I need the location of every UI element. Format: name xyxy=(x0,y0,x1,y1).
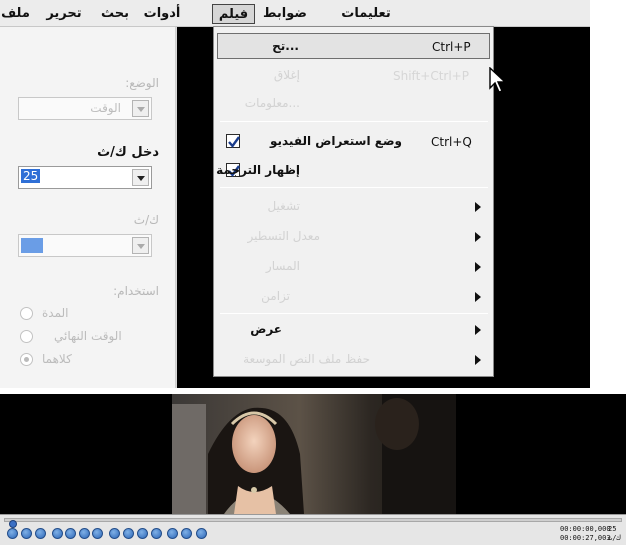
menu-item-label: ...تح xyxy=(272,39,299,53)
radio-button[interactable] xyxy=(20,353,33,366)
radio-label: كلاهما xyxy=(42,352,72,366)
menu-item-label: تزامن xyxy=(261,289,290,303)
menu-edit[interactable]: تحرير xyxy=(44,4,84,24)
mouse-pointer-icon xyxy=(489,67,507,93)
chevron-down-icon[interactable] xyxy=(132,100,149,117)
submenu-arrow-icon xyxy=(475,325,481,335)
letterbox xyxy=(0,394,172,514)
menu-item-label: معدل التسطير xyxy=(247,229,320,243)
shortcut-text: Ctrl+P xyxy=(432,40,471,54)
menu-item-info[interactable]: ...معلومات xyxy=(217,91,490,117)
menu-separator xyxy=(220,121,488,122)
menu-item-open[interactable]: Ctrl+P ...تح xyxy=(217,33,490,59)
menu-search[interactable]: بحث xyxy=(96,4,134,24)
menu-movie[interactable]: فيلم xyxy=(212,4,255,24)
menu-item-label: إغلاق xyxy=(273,68,300,82)
fast-forward-button[interactable] xyxy=(92,528,103,539)
chevron-down-icon[interactable] xyxy=(132,237,149,254)
menu-item-playback[interactable]: تشغيل xyxy=(217,194,490,220)
video-player: 00:00:00,000 00:00:27,003 25 ك/ث xyxy=(0,394,626,545)
menu-item-label: حفظ ملف النص الموسعة xyxy=(243,352,370,366)
input-fps-label: دخل ك/ث xyxy=(97,145,159,160)
radio-label: المدة xyxy=(42,306,69,320)
volume-up-button[interactable] xyxy=(181,528,192,539)
set-start-button[interactable] xyxy=(109,528,120,539)
menu-item-show-subtitles[interactable]: إظهار الترجمة xyxy=(216,158,490,184)
fps-label: ك/ث xyxy=(133,213,159,227)
menu-item-track[interactable]: المسار xyxy=(217,254,490,280)
menu-separator xyxy=(220,187,488,188)
menu-separator xyxy=(220,313,488,314)
video-frame xyxy=(172,394,456,514)
submenu-arrow-icon xyxy=(475,232,481,242)
menu-item-sync[interactable]: تزامن xyxy=(217,284,490,310)
timing-panel: :الوضع الوقت دخل ك/ث 25 ك/ث :استخدام الم… xyxy=(0,27,176,388)
pause-button[interactable] xyxy=(21,528,32,539)
previous-subtitle-button[interactable] xyxy=(137,528,148,539)
menu-item-label: عرض xyxy=(250,322,282,336)
submenu-arrow-icon xyxy=(475,202,481,212)
radio-both[interactable]: كلاهما xyxy=(20,351,170,369)
chevron-down-icon[interactable] xyxy=(132,169,149,186)
fps-unit: ك/ث xyxy=(608,534,621,542)
menu-item-close[interactable]: Shift+Ctrl+P إغلاق xyxy=(217,63,490,89)
seek-handle[interactable] xyxy=(9,520,17,528)
radio-end-time[interactable]: الوقت النهائي xyxy=(20,328,170,346)
play-button[interactable] xyxy=(7,528,18,539)
fps-select[interactable] xyxy=(18,234,152,257)
radio-button[interactable] xyxy=(20,307,33,320)
menu-item-view[interactable]: عرض xyxy=(217,317,490,343)
menu-tools[interactable]: أدوات xyxy=(142,4,182,24)
menu-bar: ملف تحرير بحث أدوات فيلم ضوابط تعليمات xyxy=(0,0,590,27)
volume-down-button[interactable] xyxy=(167,528,178,539)
rewind-button[interactable] xyxy=(52,528,63,539)
menu-item-label: تشغيل xyxy=(267,199,300,213)
mute-button[interactable] xyxy=(196,528,207,539)
player-controls: 00:00:00,000 00:00:27,003 25 ك/ث xyxy=(0,514,626,545)
menu-item-label: إظهار الترجمة xyxy=(216,163,300,177)
menu-item-rate[interactable]: معدل التسطير xyxy=(217,224,490,250)
mode-label: :الوضع xyxy=(125,76,159,90)
menu-file[interactable]: ملف xyxy=(0,4,31,24)
use-label: :استخدام xyxy=(113,284,159,298)
menu-item-label: المسار xyxy=(265,259,300,273)
movie-menu-dropdown: Ctrl+P ...تح Shift+Ctrl+P إغلاق ...معلوم… xyxy=(213,26,507,377)
stop-button[interactable] xyxy=(35,528,46,539)
mode-select[interactable]: الوقت xyxy=(18,97,152,120)
seek-bar[interactable] xyxy=(4,518,622,528)
forward-button[interactable] xyxy=(79,528,90,539)
back-button[interactable] xyxy=(65,528,76,539)
video-still-image xyxy=(172,394,456,514)
fps-selection xyxy=(21,238,43,253)
checkbox-checked-icon xyxy=(226,134,240,148)
input-fps-value[interactable]: 25 xyxy=(21,169,41,183)
radio-button[interactable] xyxy=(20,330,33,343)
current-time: 00:00:00,000 xyxy=(560,525,611,533)
menu-help[interactable]: تعليمات xyxy=(336,4,396,24)
shortcut-text: Shift+Ctrl+P xyxy=(393,69,469,83)
menu-item-label: ...معلومات xyxy=(244,96,300,110)
shortcut-text: Ctrl+Q xyxy=(431,135,472,149)
submenu-arrow-icon xyxy=(475,262,481,272)
menu-item-label: وضع استعراض الفيديو xyxy=(269,134,402,148)
menu-controls[interactable]: ضوابط xyxy=(260,4,310,24)
menu-item-video-preview-mode[interactable]: Ctrl+Q وضع استعراض الفيديو xyxy=(217,129,490,155)
next-subtitle-button[interactable] xyxy=(151,528,162,539)
submenu-arrow-icon xyxy=(475,355,481,365)
set-end-button[interactable] xyxy=(123,528,134,539)
mode-value: الوقت xyxy=(90,101,121,115)
radio-duration[interactable]: المدة xyxy=(20,305,170,323)
fps-value: 25 xyxy=(608,525,617,533)
total-time: 00:00:27,003 xyxy=(560,534,611,542)
radio-label: الوقت النهائي xyxy=(54,329,122,343)
time-display: 00:00:00,000 00:00:27,003 25 ك/ث xyxy=(560,523,624,545)
input-fps-select[interactable]: 25 xyxy=(18,166,152,189)
menu-item-save-extended[interactable]: حفظ ملف النص الموسعة xyxy=(217,347,490,373)
submenu-arrow-icon xyxy=(475,292,481,302)
